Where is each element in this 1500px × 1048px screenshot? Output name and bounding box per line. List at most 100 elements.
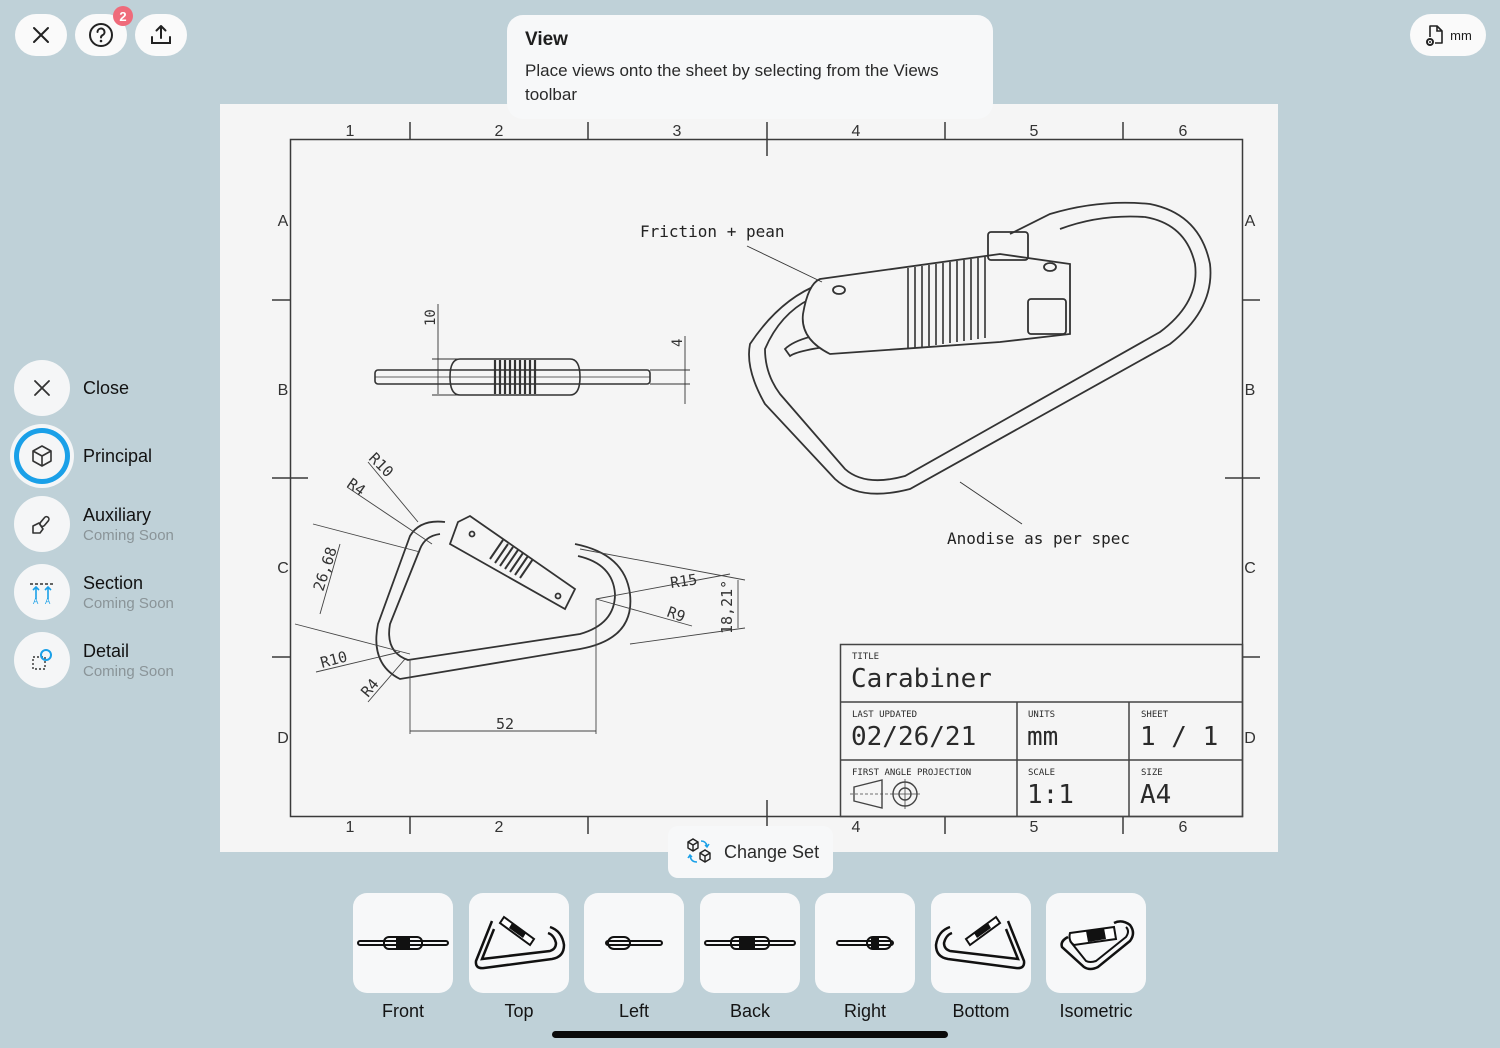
annotation-friction: Friction + pean [640,222,785,241]
view-tooltip: View Place views onto the sheet by selec… [507,15,993,119]
side-item-label: Detail [83,640,130,661]
sheet-border [289,138,1244,818]
sheet-label: SHEET [1141,710,1169,720]
right-view-icon [836,936,894,950]
row-label: D [1244,730,1256,747]
units-label: UNITS [1028,710,1055,720]
size-label: SIZE [1141,768,1163,778]
annotation-anodise: Anodise as per spec [947,529,1130,548]
side-item-principal[interactable]: Principal [14,428,214,484]
scale-value: 1:1 [1027,780,1074,810]
top-view-icon [474,915,566,970]
change-set-label: Change Set [724,841,820,862]
dimension-label: 4 [670,339,686,347]
title-label: TITLE [852,652,879,662]
view-label: Back [729,1001,771,1021]
side-item-label: Auxiliary [83,504,152,525]
drawing-canvas: 1 2 3 4 5 6 1 2 4 5 6 A B C D A B C D 10… [272,122,1260,836]
help-icon [89,23,113,47]
isometric-view-icon [1060,920,1135,971]
back-view-icon [704,936,796,950]
front-view-icon [357,936,449,950]
auxiliary-icon [32,515,50,534]
side-item-sublabel: Coming Soon [83,662,174,680]
view-label: Isometric [1059,1001,1133,1021]
units-value: mm [1027,722,1058,752]
svg-text:A: A [45,597,51,605]
home-indicator[interactable] [552,1031,948,1038]
view-right[interactable]: Right [815,893,915,1022]
share-button[interactable] [135,14,187,56]
section-icon: AA [30,583,54,605]
side-item-label: Section [83,572,144,593]
view-label: Right [843,1001,887,1021]
front-view-drawing[interactable]: 10 4 [374,304,690,404]
close-button[interactable] [15,14,67,56]
projection-label: FIRST ANGLE PROJECTION [852,768,971,778]
sheet-value: 1 / 1 [1140,722,1218,752]
column-label: 6 [1179,123,1188,140]
left-view-icon [605,936,663,950]
last-updated-label: LAST UPDATED [852,710,917,720]
close-icon [34,380,50,396]
top-view-drawing[interactable]: R10 R4 26,68 R10 R4 R15 R9 18,21° 52 [294,449,746,734]
view-left[interactable]: Left [584,893,684,1022]
dimension-label: 26,68 [310,545,341,594]
view-bottom[interactable]: Bottom [931,893,1031,1022]
row-label: A [1245,213,1256,230]
row-label: A [278,213,289,230]
row-label: D [277,730,289,747]
isometric-view-drawing[interactable]: Friction + pean Anodise as per spec [640,201,1212,548]
dimension-label: R4 [344,475,369,500]
column-label: 5 [1030,123,1039,140]
change-set-button[interactable]: Change Set [668,826,833,878]
drawing-sheet[interactable]: 1 2 3 4 5 6 1 2 4 5 6 A B C D A B C D 10… [220,104,1278,852]
side-item-sublabel: Coming Soon [83,526,174,544]
svg-text:A: A [33,597,39,605]
title-value: Carabiner [851,664,992,694]
units-label: mm [1450,27,1472,43]
column-label: 1 [346,123,355,140]
view-isometric[interactable]: Isometric [1046,893,1146,1022]
row-label: B [278,382,289,399]
bottom-view-icon [934,915,1026,970]
dimension-label: R4 [357,675,382,700]
help-button[interactable]: 2 [75,6,133,56]
close-icon [33,27,49,43]
tooltip-title: View [525,29,568,50]
row-label: B [1245,382,1256,399]
detail-icon [32,649,52,670]
share-icon [151,25,171,44]
side-item-auxiliary[interactable]: Auxiliary Coming Soon [14,496,214,552]
column-label: 3 [673,123,682,140]
view-label: Top [504,1001,534,1021]
row-label: C [277,560,289,577]
change-set-icon [687,838,711,863]
scale-label: SCALE [1028,768,1055,778]
column-label: 5 [1030,819,1039,836]
cube-icon [32,445,52,467]
column-label: 2 [495,123,504,140]
side-item-close[interactable]: Close [14,360,214,416]
view-front[interactable]: Front [353,893,453,1022]
tooltip-body: Place views onto the sheet by selecting … [525,61,939,104]
side-item-section[interactable]: AA Section Coming Soon [14,564,214,620]
side-item-detail[interactable]: Detail Coming Soon [14,632,214,688]
view-top[interactable]: Top [469,893,569,1022]
document-settings-icon [1426,25,1443,46]
dimension-label: R15 [669,570,698,592]
size-value: A4 [1140,780,1171,810]
dimension-label: R10 [318,647,349,671]
dimension-label: R10 [365,449,397,481]
side-item-label: Close [83,377,130,398]
view-label: Bottom [952,1001,1010,1021]
notification-badge: 2 [113,6,133,26]
row-label: C [1244,560,1256,577]
column-label: 4 [852,123,861,140]
units-settings-button[interactable]: mm [1410,14,1486,56]
column-label: 1 [346,819,355,836]
column-label: 4 [852,819,861,836]
view-back[interactable]: Back [700,893,800,1022]
view-label: Front [381,1001,424,1021]
column-label: 6 [1179,819,1188,836]
